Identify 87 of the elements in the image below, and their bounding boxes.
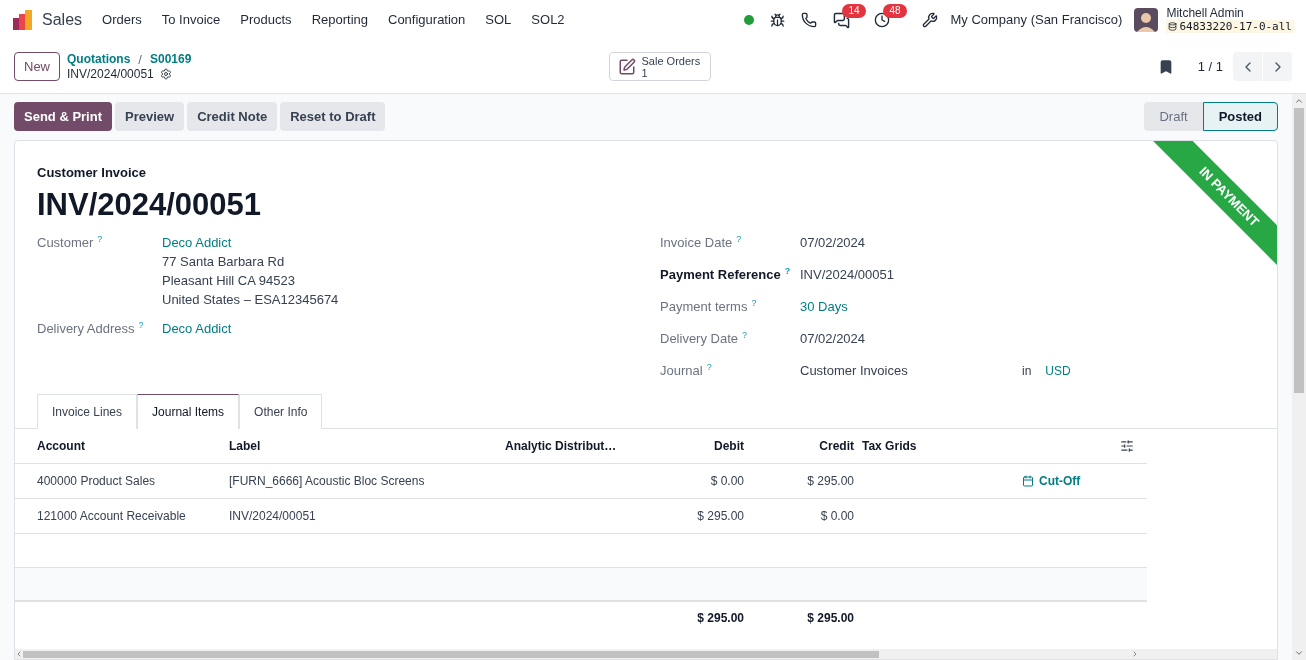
scroll-up-icon[interactable]	[1294, 96, 1304, 106]
table-cell-text: 400000 Product Sales	[36, 472, 157, 490]
scroll-down-icon[interactable]	[1294, 648, 1304, 658]
invoice-number: INV/2024/00051	[37, 185, 262, 224]
user-name[interactable]: Mitchell Admin	[1166, 7, 1294, 20]
menu-item[interactable]: Products	[240, 10, 292, 30]
field-label: Payment terms $^{?}$	[660, 297, 758, 316]
column-header[interactable]: Label	[229, 436, 505, 455]
bug-icon[interactable]	[770, 12, 786, 28]
column-header[interactable]: Account	[15, 436, 229, 455]
menu-item[interactable]: SOL	[485, 10, 512, 30]
record-name: INV/2024/00051	[67, 66, 154, 82]
database-icon	[1168, 22, 1178, 31]
table-cell-text: $ 0.00	[819, 507, 854, 525]
calendar-icon	[1022, 474, 1034, 487]
status-stage[interactable]: Draft	[1144, 102, 1203, 131]
avatar-icon	[1134, 8, 1159, 32]
column-header[interactable]: Analytic Distribut…	[505, 436, 635, 455]
field-value: Customer Invoices	[800, 361, 909, 380]
table-cell-text: INV/2024/00051	[229, 507, 317, 525]
field-label: Journal $^{?}$	[660, 361, 713, 380]
vertical-scrollbar[interactable]	[1292, 94, 1306, 660]
table-cell-text: 121000 Account Receivable	[36, 507, 187, 525]
smart-button-label: Sale Orders	[641, 54, 701, 67]
settings-icon[interactable]	[159, 68, 172, 80]
activity-count-badge: 48	[883, 4, 907, 18]
field-value[interactable]: Deco Addict	[162, 318, 232, 338]
tools-icon[interactable]	[922, 12, 939, 28]
currency-value[interactable]: USD	[1045, 361, 1071, 380]
clock-icon[interactable]	[874, 12, 891, 28]
new-button[interactable]: New	[14, 51, 60, 82]
debit-total: $ 295.00	[696, 610, 744, 627]
menu-item[interactable]: SOL2	[531, 10, 565, 30]
table-cell-text: [FURN_6666] Acoustic Bloc Screens	[229, 472, 426, 490]
edit-icon	[617, 57, 636, 76]
horizontal-scrollbar[interactable]	[15, 649, 1277, 659]
field-label: Customer $^{?}$	[37, 233, 104, 252]
field-value: INV/2024/00051	[800, 265, 895, 284]
breadcrumb-link[interactable]: Quotations	[67, 51, 131, 67]
database-label: 64833220-17-0-all	[1166, 20, 1294, 33]
field-label: Payment Reference $^{?}$	[660, 265, 792, 284]
cut-off-button[interactable]: Cut-Off	[1022, 471, 1081, 490]
address-line: United States – ESA12345674	[162, 290, 339, 309]
pager-value[interactable]: 1 / 1	[1197, 56, 1223, 77]
action-button[interactable]: Preview	[115, 102, 185, 131]
scroll-left-icon[interactable]	[15, 650, 23, 658]
field-value[interactable]: Deco Addict	[162, 232, 339, 252]
credit-total: $ 295.00	[806, 610, 854, 627]
address-line: Pleasant Hill CA 94523	[162, 271, 296, 290]
status-stage[interactable]: Posted	[1202, 102, 1278, 131]
menu-item[interactable]: Reporting	[311, 10, 368, 30]
column-header[interactable]: Tax Grids	[862, 436, 1062, 455]
sale-orders-smart-button[interactable]: Sale Orders 1	[608, 52, 711, 81]
table-cell-text: $ 295.00	[696, 507, 744, 525]
column-header[interactable]: Credit	[744, 436, 854, 455]
field-value: 07/02/2024	[800, 233, 867, 252]
document-type: Customer Invoice	[37, 164, 147, 182]
scroll-right-icon[interactable]	[1131, 650, 1139, 658]
table-cell-text: $ 295.00	[806, 472, 854, 490]
field-label: Invoice Date $^{?}$	[660, 233, 743, 252]
app-name[interactable]: Sales	[42, 8, 83, 32]
field-value: 07/02/2024	[800, 329, 867, 348]
column-header[interactable]: Debit	[635, 436, 744, 455]
action-button[interactable]: Reset to Draft	[280, 102, 386, 131]
notebook-tab[interactable]: Journal Items	[137, 393, 240, 429]
message-count-badge: 14	[842, 3, 866, 18]
breadcrumb-link[interactable]: S00169	[149, 51, 192, 67]
company-switcher[interactable]: My Company (San Francisco)	[950, 10, 1123, 30]
field-label: Delivery Address $^{?}$	[37, 319, 145, 338]
in-label: in	[1022, 362, 1032, 380]
field-label: Delivery Date $^{?}$	[660, 329, 749, 348]
phone-icon[interactable]	[801, 12, 818, 28]
column-settings-icon[interactable]	[1120, 438, 1134, 453]
table-cell-text: $ 0.00	[709, 472, 744, 490]
menu-item[interactable]: To Invoice	[161, 10, 221, 30]
notebook-tab[interactable]: Other Info	[239, 393, 323, 429]
field-value[interactable]: 30 Days	[800, 296, 1022, 316]
smart-button-count: 1	[641, 66, 649, 79]
address-line: 77 Santa Barbara Rd	[162, 252, 286, 271]
action-button[interactable]: Send & Print	[14, 102, 112, 131]
chat-icon[interactable]	[833, 11, 851, 29]
notebook-tab[interactable]: Invoice Lines	[37, 393, 138, 429]
menu-item[interactable]: Configuration	[388, 10, 466, 30]
action-button[interactable]: Credit Note	[187, 102, 278, 131]
app-logo-icon	[12, 9, 34, 31]
menu-item[interactable]: Orders	[102, 10, 142, 30]
breadcrumb-separator: /	[138, 51, 142, 67]
